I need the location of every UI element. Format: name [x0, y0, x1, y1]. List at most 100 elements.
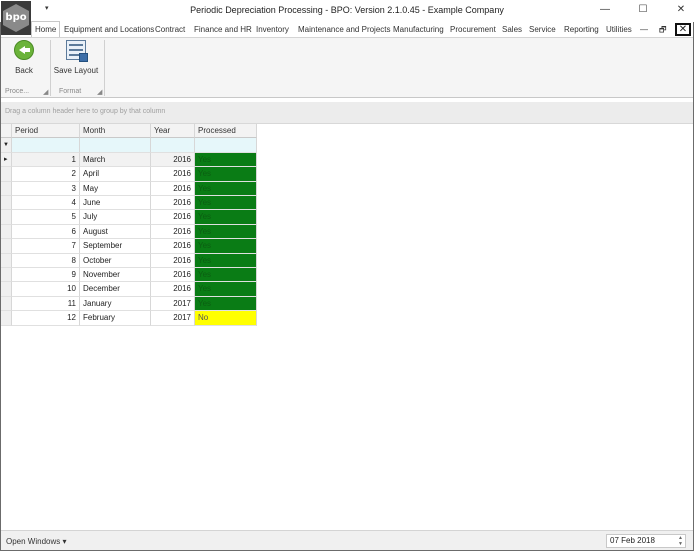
row-indicator[interactable]: ▸ — [1, 152, 12, 168]
column-header-month[interactable]: Month — [80, 124, 151, 139]
cell-processed[interactable]: Yes — [195, 268, 257, 283]
ribbon-minimize-button[interactable]: — — [640, 22, 648, 37]
filter-cell-month[interactable] — [80, 138, 151, 153]
maximize-button[interactable]: ☐ — [632, 2, 654, 18]
cell-period[interactable]: 6 — [12, 224, 80, 240]
close-document-button[interactable]: ✕ — [675, 23, 691, 36]
tab-contract[interactable]: Contract — [155, 22, 185, 37]
row-indicator[interactable] — [1, 181, 12, 196]
cell-period[interactable]: 9 — [12, 268, 80, 283]
cell-period[interactable]: 2 — [12, 167, 80, 182]
cell-month[interactable]: September — [80, 239, 151, 254]
cell-year[interactable]: 2016 — [151, 282, 195, 297]
tab-reporting[interactable]: Reporting — [564, 22, 599, 37]
group-by-panel[interactable]: Drag a column header here to group by th… — [1, 102, 693, 124]
row-indicator[interactable] — [1, 210, 12, 225]
cell-month[interactable]: November — [80, 268, 151, 283]
tab-sales[interactable]: Sales — [502, 22, 522, 37]
tab-procurement[interactable]: Procurement — [450, 22, 496, 37]
cell-year[interactable]: 2016 — [151, 268, 195, 283]
cell-month[interactable]: October — [80, 253, 151, 268]
cell-processed[interactable]: Yes — [195, 282, 257, 297]
column-header-processed[interactable]: Processed — [195, 124, 257, 139]
cell-period[interactable]: 12 — [12, 311, 80, 326]
cell-period[interactable]: 10 — [12, 282, 80, 297]
tab-home[interactable]: Home — [31, 21, 61, 37]
tab-service[interactable]: Service — [529, 22, 556, 37]
row-indicator[interactable] — [1, 167, 12, 182]
cell-processed[interactable]: Yes — [195, 296, 257, 312]
cell-year[interactable]: 2016 — [151, 152, 195, 168]
cell-month[interactable]: June — [80, 196, 151, 211]
column-header-year[interactable]: Year — [151, 124, 195, 139]
row-indicator[interactable] — [1, 311, 12, 326]
cell-year[interactable]: 2017 — [151, 296, 195, 312]
cell-period[interactable]: 1 — [12, 152, 80, 168]
tab-finance-and-hr[interactable]: Finance and HR — [194, 22, 252, 37]
cell-month[interactable]: July — [80, 210, 151, 225]
filter-icon[interactable]: ▼ — [1, 138, 12, 153]
cell-month[interactable]: May — [80, 181, 151, 196]
cell-processed[interactable]: Yes — [195, 210, 257, 225]
cell-processed[interactable]: Yes — [195, 181, 257, 196]
cell-month[interactable]: March — [80, 152, 151, 168]
cell-processed[interactable]: Yes — [195, 167, 257, 182]
cell-processed[interactable]: Yes — [195, 253, 257, 268]
tab-maintenance-and-projects[interactable]: Maintenance and Projects — [298, 22, 391, 37]
cell-month[interactable]: December — [80, 282, 151, 297]
cell-period[interactable]: 3 — [12, 181, 80, 196]
cell-period[interactable]: 5 — [12, 210, 80, 225]
ribbon-group-process-launcher-icon[interactable]: ◢ — [43, 88, 48, 96]
cell-processed[interactable]: No — [195, 311, 257, 326]
row-indicator[interactable] — [1, 282, 12, 297]
date-spinner[interactable]: ▲ ▼ — [678, 535, 683, 547]
quick-access-dropdown-icon[interactable]: ▾ — [45, 4, 49, 12]
row-indicator[interactable] — [1, 268, 12, 283]
cell-month[interactable]: January — [80, 296, 151, 312]
tab-inventory[interactable]: Inventory — [256, 22, 289, 37]
tab-manufacturing[interactable]: Manufacturing — [393, 22, 444, 37]
cell-year[interactable]: 2016 — [151, 210, 195, 225]
cell-processed[interactable]: Yes — [195, 239, 257, 254]
tab-equipment-and-locations[interactable]: Equipment and Locations — [64, 22, 154, 37]
ribbon-group-format-launcher-icon[interactable]: ◢ — [97, 88, 102, 96]
system-date-field[interactable]: 07 Feb 2018 ▲ ▼ — [606, 534, 686, 548]
filter-cell-year[interactable] — [151, 138, 195, 153]
cell-processed[interactable]: Yes — [195, 152, 257, 168]
open-windows-menu[interactable]: Open Windows ▾ — [6, 537, 66, 546]
spin-down-icon[interactable]: ▼ — [678, 541, 683, 547]
cell-period[interactable]: 7 — [12, 239, 80, 254]
cell-year[interactable]: 2016 — [151, 181, 195, 196]
tab-utilities[interactable]: Utilities — [606, 22, 632, 37]
row-indicator[interactable] — [1, 296, 12, 312]
filter-cell-processed[interactable] — [195, 138, 257, 153]
cell-month[interactable]: August — [80, 224, 151, 240]
row-indicator[interactable] — [1, 239, 12, 254]
cell-year[interactable]: 2016 — [151, 239, 195, 254]
group-by-hint: Drag a column header here to group by th… — [5, 108, 166, 115]
close-window-button[interactable]: ✕ — [670, 2, 692, 18]
cell-period[interactable]: 11 — [12, 296, 80, 312]
cell-year[interactable]: 2016 — [151, 253, 195, 268]
cell-year[interactable]: 2017 — [151, 311, 195, 326]
cell-year[interactable]: 2016 — [151, 224, 195, 240]
row-indicator[interactable] — [1, 196, 12, 211]
cell-processed[interactable]: Yes — [195, 196, 257, 211]
save-layout-button[interactable]: Save Layout — [53, 40, 99, 75]
cell-month[interactable]: February — [80, 311, 151, 326]
cell-processed[interactable]: Yes — [195, 224, 257, 240]
cell-period[interactable]: 4 — [12, 196, 80, 211]
minimize-button[interactable]: — — [594, 2, 616, 18]
back-button[interactable]: Back — [7, 40, 41, 75]
cell-year[interactable]: 2016 — [151, 167, 195, 182]
back-button-label: Back — [15, 66, 33, 75]
cell-month[interactable]: April — [80, 167, 151, 182]
row-indicator[interactable] — [1, 224, 12, 240]
restore-mdi-icon[interactable]: 🗗 — [659, 22, 667, 37]
column-header-period[interactable]: Period — [12, 124, 80, 139]
ribbon-tabs: Home Equipment and Locations Contract Fi… — [0, 21, 694, 37]
filter-cell-period[interactable] — [12, 138, 80, 153]
row-indicator[interactable] — [1, 253, 12, 268]
cell-period[interactable]: 8 — [12, 253, 80, 268]
cell-year[interactable]: 2016 — [151, 196, 195, 211]
